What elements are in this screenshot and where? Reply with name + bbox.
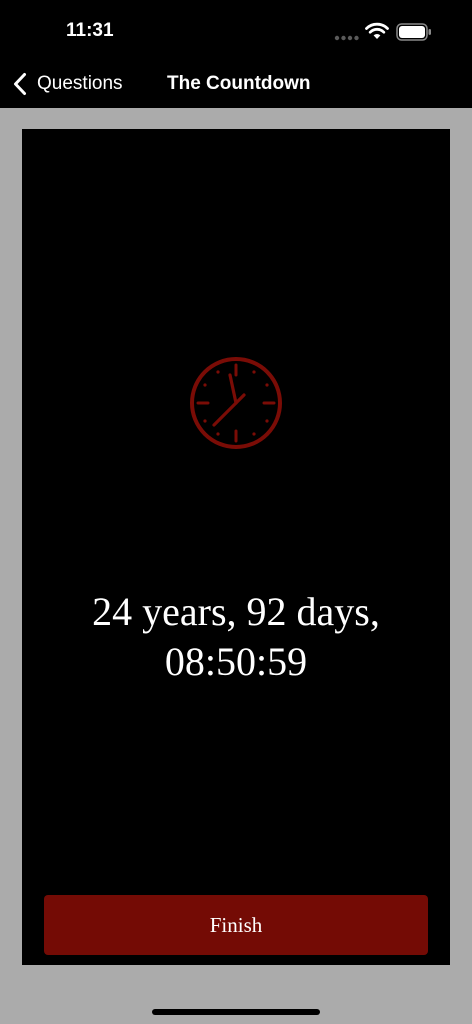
back-button[interactable]: Questions [12, 70, 123, 98]
signal-dots-icon [334, 35, 359, 41]
countdown-days: 24 years, 92 days, [92, 589, 380, 634]
back-label: Questions [37, 73, 123, 94]
status-bar: 11:31 [0, 0, 472, 56]
countdown-time: 08:50:59 [164, 639, 308, 684]
countdown-text: 24 years, 92 days, 08:50:59 [22, 587, 450, 687]
top-bar: 11:31 Questions The Countdown [0, 0, 472, 108]
chevron-left-icon [14, 73, 26, 95]
countdown-card: 24 years, 92 days, 08:50:59 Finish [22, 129, 450, 965]
battery-icon [396, 23, 431, 41]
wifi-icon [365, 22, 389, 39]
clock-icon [190, 357, 282, 449]
navigation-bar: Questions The Countdown [0, 60, 472, 108]
finish-button[interactable]: Finish [44, 895, 428, 955]
home-indicator[interactable] [152, 1009, 320, 1015]
status-time: 11:31 [66, 20, 114, 41]
page-title: The Countdown [167, 73, 311, 94]
